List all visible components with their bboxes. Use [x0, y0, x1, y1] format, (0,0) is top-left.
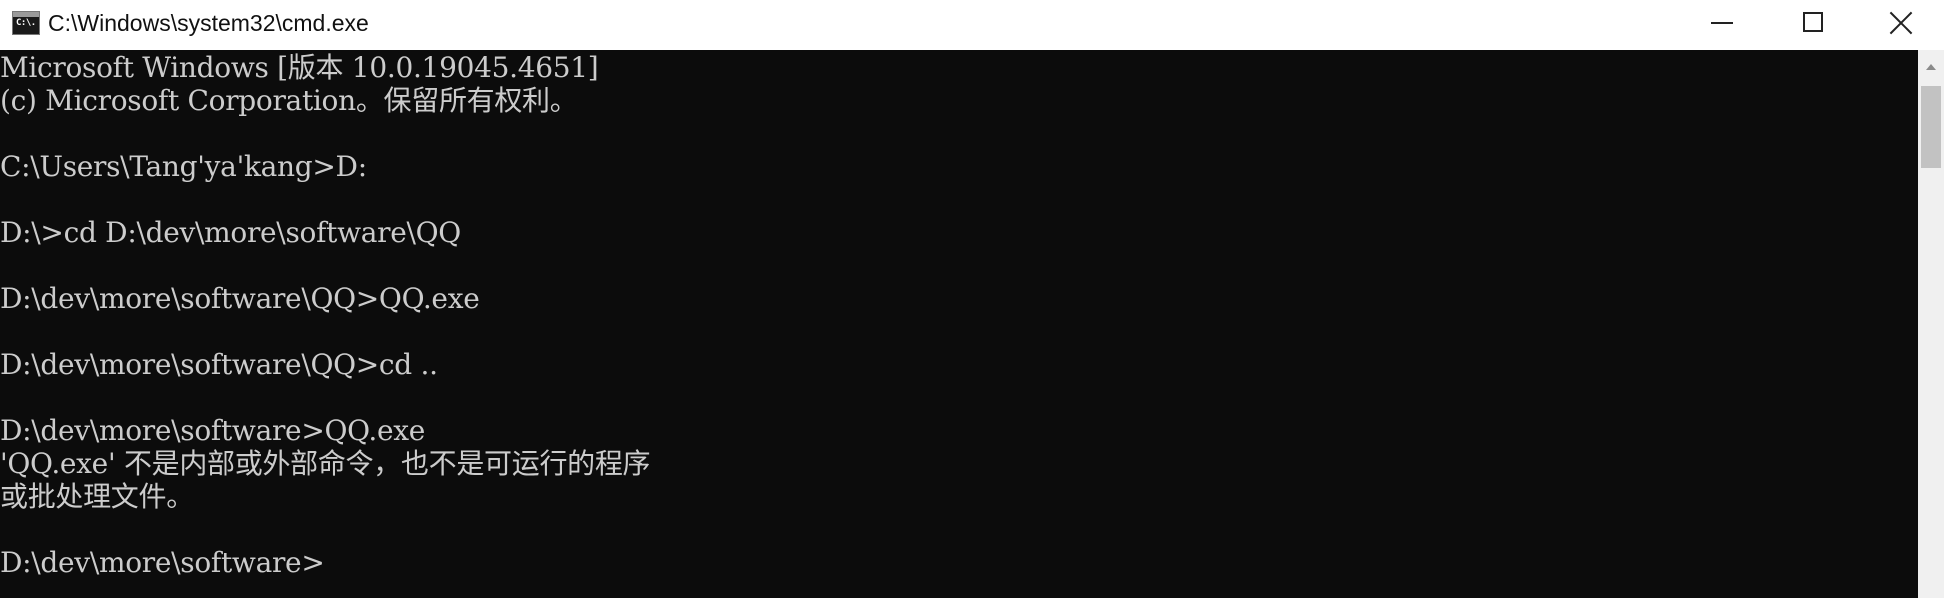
- maximize-icon: [1803, 12, 1823, 32]
- chevron-up-icon: [1926, 64, 1936, 70]
- title-bar[interactable]: C:\. C:\Windows\system32\cmd.exe: [0, 0, 1944, 50]
- console-line: D:\dev\more\software\QQ>cd ..: [0, 348, 438, 381]
- console-line: D:\dev\more\software>QQ.exe: [0, 414, 426, 447]
- scroll-thumb[interactable]: [1921, 86, 1941, 168]
- cmd-app-icon[interactable]: C:\.: [12, 11, 40, 35]
- close-button[interactable]: [1860, 0, 1944, 46]
- vertical-scrollbar[interactable]: [1918, 50, 1944, 598]
- minimize-icon: [1711, 22, 1733, 24]
- console-line: D:\dev\more\software\QQ>QQ.exe: [0, 282, 480, 315]
- console-output[interactable]: Microsoft Windows [版本 10.0.19045.4651] (…: [0, 50, 1918, 598]
- console-line: D:\>cd D:\dev\more\software\QQ: [0, 216, 461, 249]
- console-line: Microsoft Windows [版本 10.0.19045.4651]: [0, 51, 599, 84]
- console-prompt-line[interactable]: D:\dev\more\software>: [0, 546, 325, 579]
- console-line: 或批处理文件。: [0, 480, 194, 513]
- console-line: 'QQ.exe' 不是内部或外部命令，也不是可运行的程序: [0, 447, 651, 480]
- close-icon: [1888, 10, 1914, 36]
- console-line: C:\Users\Tang'ya'kang>D:: [0, 150, 367, 183]
- app-icon-bar: [13, 12, 39, 17]
- maximize-button[interactable]: [1768, 0, 1860, 46]
- minimize-button[interactable]: [1676, 0, 1768, 46]
- app-icon-text: C:\.: [16, 18, 36, 28]
- scroll-up-button[interactable]: [1918, 50, 1944, 84]
- console-line: (c) Microsoft Corporation。保留所有权利。: [0, 84, 578, 117]
- cmd-window: C:\. C:\Windows\system32\cmd.exe Microso…: [0, 0, 1944, 598]
- window-title: C:\Windows\system32\cmd.exe: [48, 10, 369, 36]
